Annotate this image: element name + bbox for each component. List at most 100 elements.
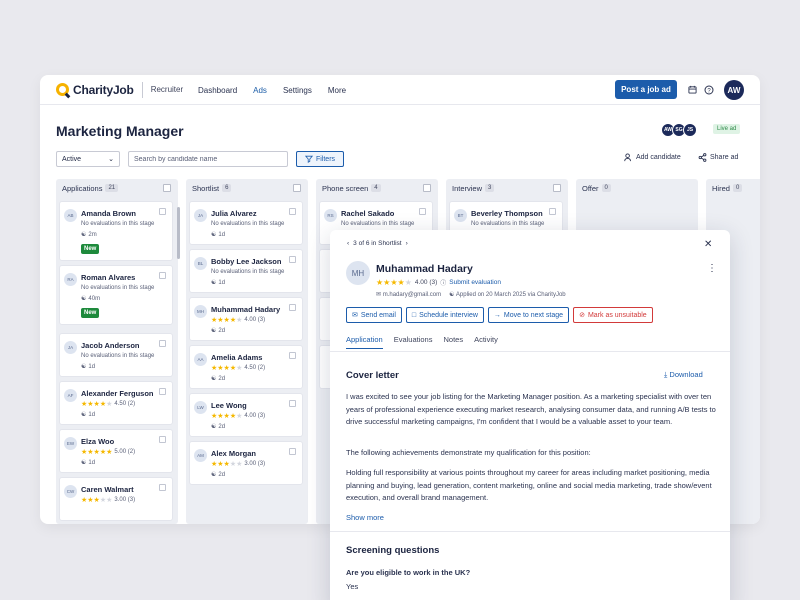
- card-checkbox[interactable]: [159, 436, 166, 443]
- schedule-interview-button[interactable]: □ Schedule interview: [405, 307, 484, 323]
- nav-settings[interactable]: Settings: [283, 86, 312, 95]
- show-more-link[interactable]: Show more: [346, 513, 384, 522]
- tab-application[interactable]: Application: [346, 335, 383, 349]
- card-checkbox[interactable]: [159, 272, 166, 279]
- logo[interactable]: CharityJob Recruiter: [56, 81, 184, 98]
- person-icon: ☯: [211, 424, 217, 430]
- scrollbar[interactable]: [177, 207, 180, 259]
- column-checkbox[interactable]: [293, 184, 301, 192]
- status-select[interactable]: Active ⌄: [56, 151, 120, 167]
- calendar-icon[interactable]: [687, 84, 698, 95]
- nav-links: Dashboard Ads Settings More: [198, 75, 346, 105]
- column-title: Phone screen: [322, 183, 369, 193]
- candidate-card[interactable]: AB Amanda Brown No evaluations in this s…: [59, 201, 173, 261]
- tab-notes[interactable]: Notes: [443, 335, 463, 349]
- card-checkbox[interactable]: [159, 388, 166, 395]
- candidate-card[interactable]: AF Alexander Ferguson ★★★★★ 4.50 (2) ☯ 1d: [59, 381, 173, 425]
- column-count: 4: [371, 184, 381, 192]
- nav-more[interactable]: More: [328, 86, 346, 95]
- candidate-detail-panel: ‹ 3 of 6 in Shortlist › ✕ MH Muhammad Ha…: [330, 230, 730, 600]
- add-candidate-button[interactable]: Add candidate: [624, 153, 681, 162]
- help-icon[interactable]: ?: [703, 84, 714, 95]
- person-icon: ☯: [211, 376, 217, 382]
- screening-heading: Screening questions: [346, 545, 440, 556]
- download-icon: ⤓: [664, 370, 668, 379]
- candidate-name: Caren Walmart: [81, 485, 134, 494]
- pager: ‹ 3 of 6 in Shortlist ›: [347, 240, 408, 247]
- filters-button[interactable]: Filters: [296, 151, 344, 167]
- column-checkbox[interactable]: [423, 184, 431, 192]
- card-checkbox[interactable]: [159, 484, 166, 491]
- submit-evaluation-link[interactable]: Submit evaluation: [449, 279, 501, 286]
- candidate-card[interactable]: AA Amelia Adams ★★★★★ 4.50 (2) ☯ 2d: [189, 345, 303, 389]
- mark-unsuitable-button[interactable]: ⊘ Mark as unsuitable: [573, 307, 653, 323]
- move-next-stage-button[interactable]: → Move to next stage: [487, 307, 570, 323]
- person-icon: ☯: [81, 412, 87, 418]
- card-checkbox[interactable]: [549, 208, 556, 215]
- mail-icon: ✉: [376, 292, 382, 298]
- card-checkbox[interactable]: [159, 340, 166, 347]
- download-button[interactable]: ⤓ Download: [664, 370, 703, 380]
- card-checkbox[interactable]: [289, 400, 296, 407]
- rating: ★★★★★ 3.00 (3): [211, 460, 265, 468]
- column-header: Offer 0: [576, 179, 698, 197]
- card-checkbox[interactable]: [419, 208, 426, 215]
- evaluation-status: No evaluations in this stage: [471, 221, 545, 227]
- avatar: JA: [194, 209, 207, 222]
- tab-evaluations[interactable]: Evaluations: [394, 335, 433, 349]
- nav-ads[interactable]: Ads: [253, 86, 267, 95]
- evaluation-status: No evaluations in this stage: [211, 221, 285, 227]
- candidate-card[interactable]: JA Julia Alvarez No evaluations in this …: [189, 201, 303, 245]
- column-count: 0: [601, 184, 611, 192]
- card-checkbox[interactable]: [289, 304, 296, 311]
- card-checkbox[interactable]: [289, 208, 296, 215]
- card-checkbox[interactable]: [289, 448, 296, 455]
- nav-dashboard[interactable]: Dashboard: [198, 86, 237, 95]
- rating-value: 4.00 (3): [414, 279, 438, 286]
- applied-age: ☯ 1d: [81, 411, 95, 419]
- candidate-card[interactable]: EW Elza Woo ★★★★★ 5.00 (2) ☯ 1d: [59, 429, 173, 473]
- mark-unsuitable-label: Mark as unsuitable: [587, 311, 647, 319]
- card-checkbox[interactable]: [289, 256, 296, 263]
- candidate-card[interactable]: LW Lee Wong ★★★★★ 4.00 (3) ☯ 2d: [189, 393, 303, 437]
- rating: ★★★★★ 4.50 (2): [211, 364, 265, 372]
- logo-subtitle: Recruiter: [150, 85, 184, 94]
- candidate-card[interactable]: MH Muhammad Hadary ★★★★★ 4.00 (3) ☯ 2d: [189, 297, 303, 341]
- applied-age: ☯ 1d: [211, 231, 225, 239]
- column-checkbox[interactable]: [163, 184, 171, 192]
- evaluation-status: No evaluations in this stage: [81, 353, 155, 359]
- column-checkbox[interactable]: [553, 184, 561, 192]
- candidate-name: Julia Alvarez: [211, 209, 257, 218]
- card-checkbox[interactable]: [159, 208, 166, 215]
- column-title: Interview: [452, 183, 483, 193]
- team-avatars[interactable]: AW SG JS: [661, 123, 697, 137]
- avatar: MH: [194, 305, 207, 318]
- avatar: JA: [64, 341, 77, 354]
- candidate-card[interactable]: JA Jacob Anderson No evaluations in this…: [59, 333, 173, 377]
- email-row: ✉ m.hadary@gmail.com: [376, 291, 441, 298]
- person-icon: ☯: [81, 364, 87, 370]
- tab-activity[interactable]: Activity: [474, 335, 498, 349]
- chevron-left-icon[interactable]: ‹: [347, 240, 349, 247]
- share-ad-button[interactable]: Share ad: [698, 153, 738, 162]
- candidate-card[interactable]: AM Alex Morgan ★★★★★ 3.00 (3) ☯ 2d: [189, 441, 303, 485]
- more-vertical-icon[interactable]: ⋮: [707, 263, 717, 274]
- candidate-card[interactable]: CW Caren Walmart ★★★★★ 3.00 (3): [59, 477, 173, 521]
- candidate-card[interactable]: BL Bobby Lee Jackson No evaluations in t…: [189, 249, 303, 293]
- chevron-right-icon[interactable]: ›: [406, 240, 408, 247]
- cover-letter-paragraph: The following achievements demonstrate m…: [346, 448, 591, 457]
- applied-age: ☯ 2d: [211, 327, 225, 335]
- column-header: Phone screen 4: [316, 179, 438, 197]
- column-count: 6: [222, 184, 232, 192]
- user-avatar[interactable]: AW: [724, 80, 744, 100]
- post-job-button[interactable]: Post a job ad: [615, 80, 677, 99]
- logo-divider: [141, 81, 143, 98]
- search-input[interactable]: [128, 151, 288, 167]
- age-value: 1d: [88, 459, 96, 466]
- card-checkbox[interactable]: [289, 352, 296, 359]
- candidate-name: Muhammad Hadary: [211, 305, 281, 314]
- candidate-card[interactable]: RA Roman Alvares No evaluations in this …: [59, 265, 173, 325]
- schedule-interview-label: Schedule interview: [419, 311, 478, 319]
- send-email-button[interactable]: ✉ Send email: [346, 307, 402, 323]
- close-icon[interactable]: ✕: [704, 239, 712, 250]
